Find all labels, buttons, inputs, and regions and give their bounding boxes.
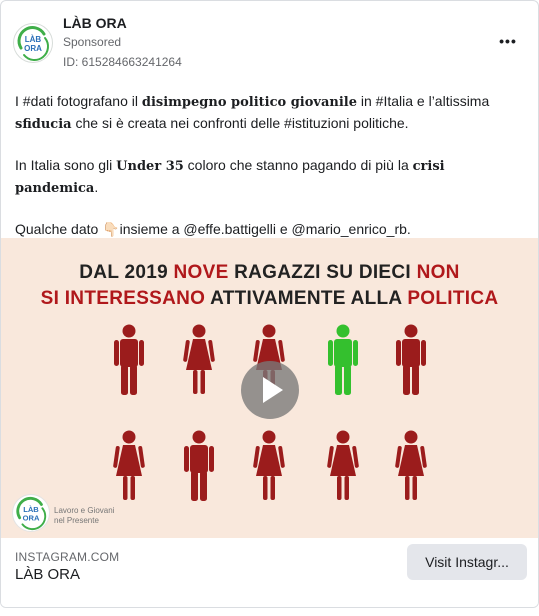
- person-icon: [253, 430, 285, 500]
- avatar-logo-top: LÀB: [25, 35, 42, 44]
- body-bold: Under 35: [116, 159, 184, 174]
- link-title: LÀB ORA: [15, 566, 81, 583]
- page-avatar[interactable]: LÀB ORA: [13, 23, 53, 63]
- headline-text: ATTIVAMENTE ALLA: [205, 288, 408, 309]
- headline-line-1: DAL 2019 NOVE RAGAZZI SU DIECI NON: [1, 260, 538, 286]
- body-text: che si è creata nei confronti delle #ist…: [71, 115, 409, 131]
- body-text: coloro che stanno pagando di più la: [183, 157, 413, 173]
- watermark-logo: LÀB ORA: [12, 494, 50, 532]
- headline-accent: POLITICA: [407, 288, 499, 309]
- ad-id: ID: 615284663241264: [63, 55, 182, 69]
- link-domain: INSTAGRAM.COM: [15, 550, 120, 564]
- avatar-logo: LÀB ORA: [17, 26, 50, 62]
- body-bold: disimpegno politico giovanile: [141, 95, 357, 110]
- sponsored-label: Sponsored: [63, 35, 122, 49]
- watermark-tagline: Lavoro e Giovani nel Presente: [54, 506, 114, 526]
- body-paragraph-2: In Italia sono gli Under 35 coloro che s…: [15, 155, 527, 199]
- person-icon: [183, 324, 215, 394]
- ad-card: LÀB ORA LÀB ORA Sponsored ID: 6152846632…: [0, 0, 539, 608]
- visit-instagram-button[interactable]: Visit Instagr...: [407, 544, 527, 580]
- headline-text: RAGAZZI SU DIECI: [228, 262, 417, 283]
- watermark-logo-bottom: ORA: [23, 514, 40, 523]
- watermark-line: Lavoro e Giovani: [54, 506, 115, 515]
- headline-accent: NON: [416, 262, 460, 283]
- body-text: .: [94, 179, 99, 195]
- headline-accent: SI INTERESSANO: [40, 288, 206, 309]
- body-paragraph-1: I #dati fotografano il disimpegno politi…: [15, 91, 527, 135]
- body-text: In Italia sono gli: [15, 157, 117, 173]
- person-icon: [396, 324, 426, 395]
- person-icon: [114, 324, 144, 395]
- body-paragraph-3: Qualche dato 👇🏻insieme a @effe.battigell…: [15, 219, 527, 239]
- body-text: Qualche dato: [15, 221, 103, 237]
- video-media[interactable]: DAL 2019 NOVE RAGAZZI SU DIECI NON SI IN…: [1, 238, 538, 538]
- watermark-line: nel Presente: [54, 516, 99, 525]
- person-icon: [184, 430, 214, 501]
- headline-text: DAL 2019: [79, 262, 174, 283]
- body-text: insieme a @effe.battigelli e @mario_enri…: [119, 221, 411, 237]
- person-icon: [395, 430, 427, 500]
- body-bold: sfiducia: [15, 117, 72, 132]
- page-name[interactable]: LÀB ORA: [63, 15, 127, 31]
- pointing-down-icon: 👇🏻: [102, 221, 120, 237]
- link-footer[interactable]: INSTAGRAM.COM LÀB ORA Visit Instagr...: [1, 538, 538, 607]
- avatar-logo-bottom: ORA: [24, 44, 42, 53]
- body-text: I #dati fotografano il: [15, 93, 142, 109]
- body-text: in #Italia e l’altissima: [356, 93, 490, 109]
- person-icon: [327, 430, 359, 500]
- person-icon: [113, 430, 145, 500]
- play-icon[interactable]: [241, 361, 299, 419]
- headline-accent: NOVE: [173, 262, 229, 283]
- person-icon-engaged: [328, 324, 358, 395]
- media-headline: DAL 2019 NOVE RAGAZZI SU DIECI NON SI IN…: [1, 260, 538, 312]
- post-body: I #dati fotografano il disimpegno politi…: [15, 91, 527, 259]
- headline-line-2: SI INTERESSANO ATTIVAMENTE ALLA POLITICA: [1, 286, 538, 312]
- more-icon[interactable]: •••: [495, 31, 521, 51]
